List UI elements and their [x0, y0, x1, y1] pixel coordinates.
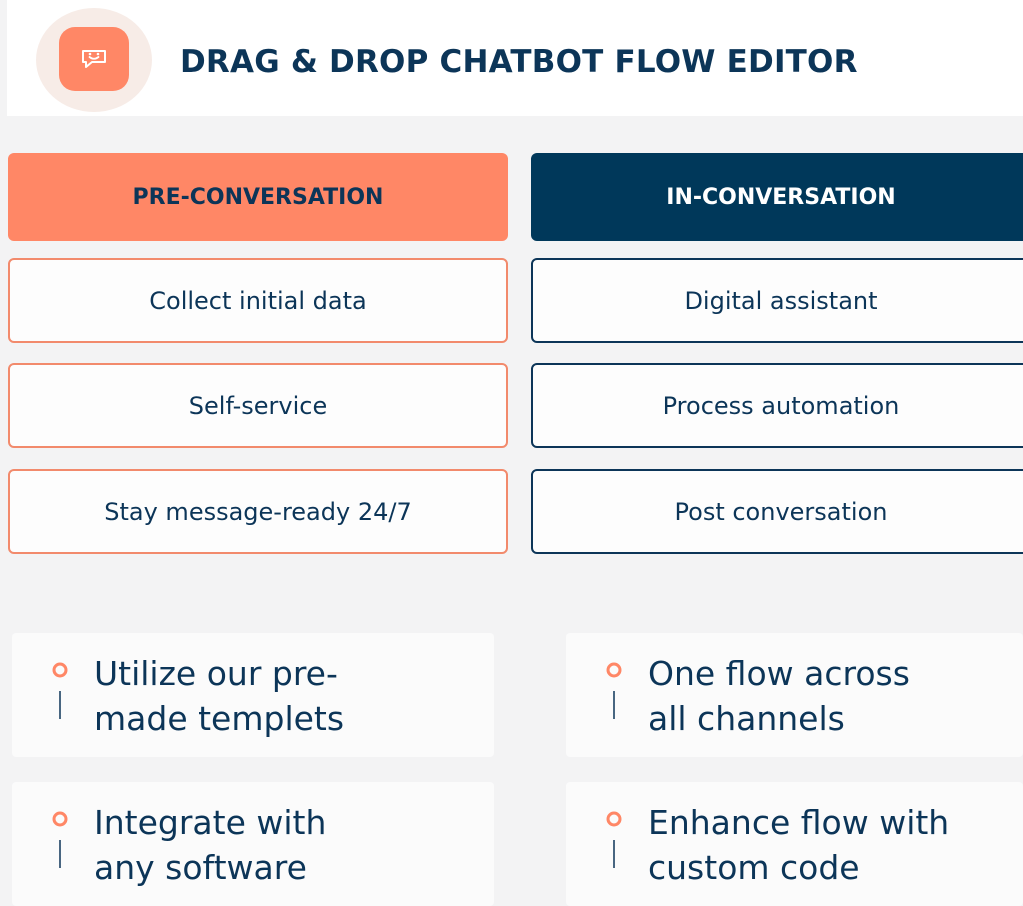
- feature-text: Utilize our pre- made templets: [94, 654, 345, 738]
- pin-marker-icon: [606, 811, 622, 868]
- in-item-digital-assistant: Digital assistant: [531, 258, 1023, 343]
- feature-text: Integrate with any software: [94, 803, 327, 887]
- pin-marker-icon: [606, 662, 622, 719]
- page-title: DRAG & DROP CHATBOT FLOW EDITOR: [180, 44, 858, 80]
- feature-card-custom-code: Enhance flow with custom code: [566, 782, 1023, 906]
- feature-card-templates: Utilize our pre- made templets: [12, 633, 494, 757]
- pre-item-collect-initial-data: Collect initial data: [8, 258, 508, 343]
- in-item-process-automation: Process automation: [531, 363, 1023, 448]
- feature-text: One flow across all channels: [648, 654, 910, 738]
- feature-card-integrate: Integrate with any software: [12, 782, 494, 906]
- pin-marker-icon: [52, 662, 68, 719]
- feature-card-channels: One flow across all channels: [566, 633, 1023, 757]
- pin-marker-icon: [52, 811, 68, 868]
- feature-text: Enhance flow with custom code: [648, 803, 950, 887]
- in-item-post-conversation: Post conversation: [531, 469, 1023, 554]
- pre-conversation-heading: PRE-CONVERSATION: [8, 153, 508, 241]
- pre-item-stay-message-ready: Stay message-ready 24/7: [8, 469, 508, 554]
- pre-item-self-service: Self-service: [8, 363, 508, 448]
- chat-bubble-smile-icon: [59, 27, 129, 91]
- in-conversation-heading: IN-CONVERSATION: [531, 153, 1023, 241]
